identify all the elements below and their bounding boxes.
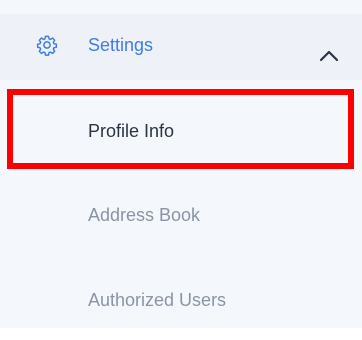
cropped-title-strip — [0, 0, 362, 14]
menu-item-label: Authorized Users — [88, 290, 227, 310]
chevron-up-icon[interactable] — [318, 49, 340, 63]
settings-sidebar: Settings Profile Info Address Book Autho… — [0, 0, 362, 328]
menu-item-label: Address Book — [88, 205, 201, 225]
menu-item-authorized-users[interactable]: Authorized Users — [0, 260, 362, 340]
menu-item-address-book[interactable]: Address Book — [0, 176, 362, 256]
settings-label: Settings — [88, 35, 154, 55]
gear-icon — [36, 34, 58, 56]
settings-section-header[interactable]: Settings — [0, 14, 362, 80]
menu-item-profile-info[interactable]: Profile Info — [0, 90, 362, 170]
menu-item-label: Profile Info — [88, 121, 175, 141]
